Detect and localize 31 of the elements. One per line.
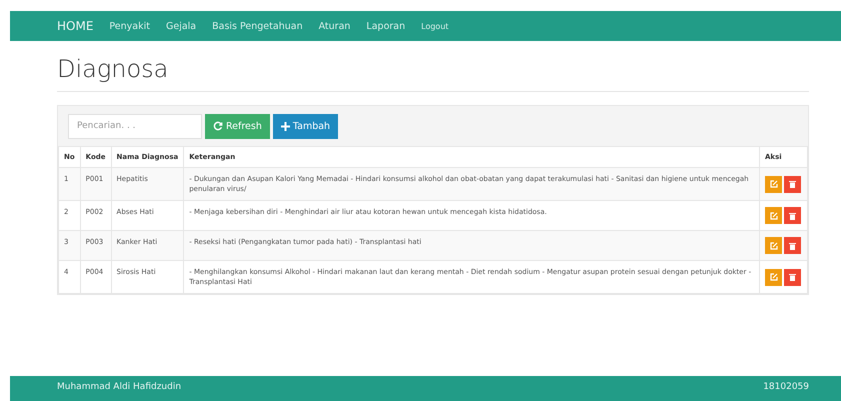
delete-button[interactable] — [784, 207, 801, 224]
nav-link[interactable]: Aturan — [318, 20, 350, 32]
edit-button[interactable] — [765, 268, 782, 286]
edit-button[interactable] — [765, 207, 782, 224]
edit-button[interactable] — [765, 237, 782, 254]
edit-button[interactable] — [765, 176, 782, 192]
trash-icon — [789, 180, 796, 188]
add-button[interactable]: Tambah — [272, 114, 338, 138]
refresh-icon — [213, 121, 223, 131]
nav-link[interactable]: Laporan — [366, 20, 406, 32]
delete-button[interactable] — [784, 176, 801, 192]
plus-icon — [280, 122, 290, 130]
trash-icon — [789, 273, 796, 281]
nav-link[interactable]: Gejala — [166, 20, 196, 32]
nav-link[interactable]: Logout — [421, 22, 449, 30]
trash-icon — [789, 242, 796, 250]
nav-link[interactable]: Penyakit — [109, 20, 150, 32]
trash-icon — [789, 212, 796, 220]
home-link[interactable]: HOME — [57, 19, 94, 33]
edit-icon — [770, 180, 778, 188]
nav-link[interactable]: Basis Pengetahuan — [212, 20, 303, 32]
search-field[interactable]: Pencarian. . . — [68, 114, 202, 138]
author-name: Muhammad Aldi Hafidzudin — [57, 382, 182, 394]
edit-icon — [770, 242, 778, 250]
edit-icon — [770, 212, 778, 220]
page-title: Diagnosa — [57, 55, 170, 85]
delete-button[interactable] — [784, 237, 801, 254]
student-id: 18102059 — [763, 382, 809, 394]
delete-button[interactable] — [784, 268, 801, 286]
refresh-button[interactable]: Refresh — [205, 114, 270, 138]
edit-icon — [770, 273, 778, 281]
